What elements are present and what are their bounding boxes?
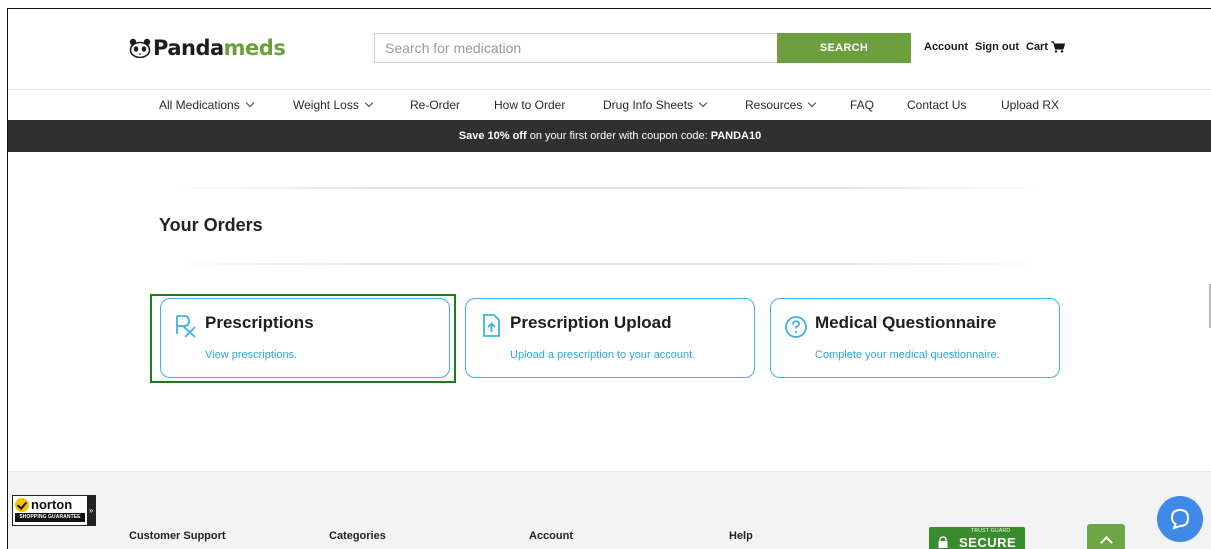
section-divider-top bbox=[158, 187, 1058, 189]
search-button[interactable]: SEARCH bbox=[777, 33, 911, 63]
chevron-down-icon bbox=[808, 98, 817, 108]
card-link[interactable]: Upload a prescription to your account. bbox=[510, 349, 695, 361]
card-title: Medical Questionnaire bbox=[815, 313, 997, 332]
nav-upload-rx[interactable]: Upload RX bbox=[1001, 98, 1059, 112]
card-prescription-upload[interactable]: Prescription Upload Upload a prescriptio… bbox=[465, 298, 755, 378]
promo-middle: on your first order with coupon code: bbox=[526, 130, 711, 142]
card-title: Prescription Upload bbox=[510, 313, 672, 332]
nav-how-to-order[interactable]: How to Order bbox=[494, 98, 565, 112]
nav-contact-us[interactable]: Contact Us bbox=[907, 98, 966, 112]
nav-all-medications[interactable]: All Medications bbox=[159, 98, 254, 112]
footer-col-help[interactable]: Help bbox=[729, 530, 753, 542]
nav-label: FAQ bbox=[850, 98, 875, 112]
card-medical-questionnaire[interactable]: Medical Questionnaire Complete your medi… bbox=[770, 298, 1060, 378]
cart-icon bbox=[1051, 41, 1066, 53]
promo-code: PANDA10 bbox=[710, 130, 762, 142]
card-link[interactable]: View prescriptions. bbox=[205, 349, 297, 361]
nav-re-order[interactable]: Re-Order bbox=[410, 98, 460, 112]
nav-drug-info-sheets[interactable]: Drug Info Sheets bbox=[603, 98, 708, 112]
rx-icon bbox=[176, 315, 196, 338]
promo-lead: Save 10% off bbox=[458, 130, 527, 142]
nav-weight-loss[interactable]: Weight Loss bbox=[293, 98, 374, 112]
signout-link[interactable]: Sign out bbox=[975, 41, 1019, 53]
nav-label: Upload RX bbox=[1001, 98, 1060, 112]
footer-col-categories[interactable]: Categories bbox=[329, 530, 386, 542]
chat-bubble-icon bbox=[1170, 508, 1190, 530]
norton-badge[interactable]: norton SHOPPING GUARANTEE » bbox=[12, 495, 96, 526]
cart-label: Cart bbox=[1026, 41, 1049, 53]
lock-icon bbox=[938, 536, 948, 548]
nav-label: Drug Info Sheets bbox=[603, 98, 694, 112]
nav-label: Contact Us bbox=[907, 98, 967, 112]
trust-guard-badge[interactable]: TRUST GUARD SECURE bbox=[929, 527, 1025, 549]
nav-label: How to Order bbox=[494, 98, 566, 112]
page-title: Your Orders bbox=[159, 215, 263, 235]
account-links: Account Sign out Cart bbox=[924, 41, 1066, 53]
nav-label: All Medications bbox=[159, 98, 240, 112]
norton-arrow-icon: » bbox=[87, 496, 95, 525]
chevron-up-icon bbox=[1100, 536, 1113, 549]
browser-viewport: Pandameds SEARCH Account Sign out Cart A… bbox=[7, 8, 1211, 549]
nav-label: Weight Loss bbox=[293, 98, 359, 112]
card-link[interactable]: Complete your medical questionnaire. bbox=[815, 349, 1000, 361]
section-divider-bottom bbox=[158, 263, 1058, 265]
norton-subtitle: SHOPPING GUARANTEE bbox=[15, 513, 85, 522]
main-nav: All Medications Weight Loss Re-Order How… bbox=[8, 90, 1211, 120]
cart-link[interactable]: Cart bbox=[1026, 41, 1066, 53]
scroll-to-top-button[interactable] bbox=[1087, 524, 1125, 549]
site-footer: Customer Support Categories Account Help bbox=[8, 471, 1211, 549]
norton-text: norton bbox=[31, 497, 73, 512]
account-link[interactable]: Account bbox=[924, 41, 968, 53]
trust-big-text: SECURE bbox=[959, 535, 1017, 549]
card-title: Prescriptions bbox=[205, 313, 314, 332]
footer-col-customer-support[interactable]: Customer Support bbox=[129, 530, 226, 542]
card-prescriptions[interactable]: Prescriptions View prescriptions. bbox=[160, 298, 450, 378]
logo-text-meds: meds bbox=[223, 36, 286, 60]
file-upload-icon bbox=[483, 314, 500, 337]
search-input[interactable] bbox=[374, 33, 777, 63]
checkmark-icon bbox=[15, 497, 29, 512]
logo-text-panda: Panda bbox=[153, 36, 224, 60]
nav-label: Re-Order bbox=[410, 98, 461, 112]
chevron-down-icon bbox=[245, 98, 254, 108]
chevron-down-icon bbox=[364, 98, 374, 108]
site-header: Pandameds SEARCH Account Sign out Cart bbox=[8, 9, 1211, 89]
help-chat-button[interactable] bbox=[1157, 496, 1203, 542]
footer-col-account[interactable]: Account bbox=[529, 530, 573, 542]
nav-resources[interactable]: Resources bbox=[745, 98, 817, 112]
panda-icon bbox=[129, 38, 151, 58]
nav-faq[interactable]: FAQ bbox=[850, 98, 874, 112]
site-logo[interactable]: Panda meds bbox=[129, 36, 286, 60]
promo-banner: Save 10% off on your first order with co… bbox=[8, 120, 1211, 152]
norton-brand: norton bbox=[15, 497, 72, 512]
chevron-down-icon bbox=[698, 98, 708, 108]
nav-label: Resources bbox=[745, 98, 803, 112]
question-circle-icon bbox=[785, 316, 807, 338]
trust-small-text: TRUST GUARD bbox=[971, 528, 1011, 534]
